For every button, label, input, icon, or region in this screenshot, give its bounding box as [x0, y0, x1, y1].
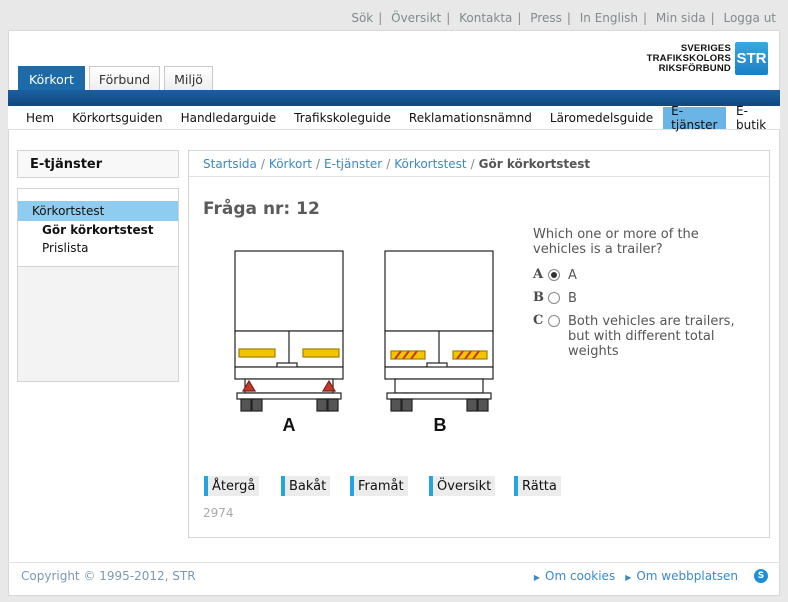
option-letter: A [533, 267, 544, 282]
vehicle-a-icon [234, 250, 344, 412]
copyright: Copyright © 1995-2012, STR [21, 569, 196, 583]
option-text: Both vehicles are trailers, but with dif… [568, 314, 735, 359]
tab-miljo[interactable]: Miljö [164, 66, 213, 91]
breadcrumb: Startsida / Körkort / E-tjänster / Körkorts… [189, 151, 769, 177]
answer-option-b[interactable]: B B [533, 290, 746, 307]
menu-korkortsguiden[interactable]: Körkortsguiden [64, 107, 170, 129]
top-links: Sök | Översikt | Kontakta | Press | In Engli… [351, 11, 776, 25]
link-sok[interactable]: Sök [351, 11, 373, 25]
menu-reklamationsnamnd[interactable]: Reklamationsnämnd [401, 107, 540, 129]
question-id: 2974 [203, 506, 234, 520]
option-text: B [568, 291, 577, 306]
link-oversikt[interactable]: Översikt [391, 11, 441, 25]
link-logga-ut[interactable]: Logga ut [723, 11, 776, 25]
crumb-startsida[interactable]: Startsida [203, 157, 257, 171]
link-om-cookies[interactable]: Om cookies [545, 569, 615, 583]
overview-button[interactable]: Översikt [429, 476, 496, 496]
sidebar-nav: Körkortstest Gör körkortstest Prislista [17, 188, 179, 382]
menu-hem[interactable]: Hem [18, 107, 62, 129]
tab-forbund[interactable]: Förbund [88, 66, 161, 91]
correct-button[interactable]: Rätta [514, 476, 561, 496]
crumb-current: Gör körkortstest [478, 156, 591, 171]
option-text: A [568, 268, 577, 283]
link-in-english[interactable]: In English [580, 11, 638, 25]
link-press[interactable]: Press [530, 11, 562, 25]
logo-text: SVERIGES TRAFIKSKOLORS RIKSFÖRBUND [646, 42, 731, 74]
prev-button[interactable]: Bakåt [281, 476, 331, 496]
answer-option-c[interactable]: C Both vehicles are trailers, but with d… [533, 313, 746, 360]
arrow-right-icon: ▶ [533, 573, 541, 582]
answer-option-a[interactable]: A A [533, 267, 746, 284]
crumb-korkort[interactable]: Körkort [269, 157, 312, 171]
menu-e-tjanster[interactable]: E-tjänster [663, 104, 727, 132]
option-letter: B [533, 290, 544, 305]
sidebar-item-korkortstest[interactable]: Körkortstest [18, 201, 178, 221]
menu-handledarguide[interactable]: Handledarguide [173, 107, 285, 129]
tab-korkort[interactable]: Körkort [18, 66, 85, 91]
link-om-webbplatsen[interactable]: Om webbplatsen [636, 569, 738, 583]
image-label-b: B [434, 415, 447, 435]
skype-icon[interactable]: S [754, 569, 768, 583]
sidebar-title: E-tjänster [17, 150, 179, 178]
vehicle-b-icon [384, 250, 494, 412]
question-text: Which one or more of the vehicles is a t… [533, 227, 699, 257]
menu-trafikskoleguide[interactable]: Trafikskoleguide [286, 107, 399, 129]
radio-a[interactable] [548, 269, 560, 281]
next-button[interactable]: Framåt [350, 476, 408, 496]
menu-laromedelsguide[interactable]: Läromedelsguide [542, 107, 661, 129]
menu-e-butik[interactable]: E-butik [728, 104, 778, 132]
arrow-right-icon: ▶ [625, 573, 632, 582]
header-bar [8, 90, 780, 106]
trailers-illustration: A B [234, 250, 494, 435]
radio-b[interactable] [548, 292, 560, 304]
radio-c[interactable] [548, 315, 560, 327]
link-min-sida[interactable]: Min sida [656, 11, 706, 25]
sidebar-item-gor-korkortstest[interactable]: Gör körkortstest [18, 221, 178, 239]
logo-mark: STR [735, 42, 768, 75]
link-kontakta[interactable]: Kontakta [459, 11, 512, 25]
crumb-korkortstest[interactable]: Körkortstest [394, 157, 466, 171]
main-menu: Hem Körkortsguiden Handledarguide Trafik… [8, 104, 780, 132]
section-tabs: Körkort Förbund Miljö [18, 66, 213, 91]
footer-links: ▶ Om cookies ▶ Om webbplatsen S [534, 569, 768, 583]
crumb-e-tjanster[interactable]: E-tjänster [324, 157, 382, 171]
option-letter: C [533, 313, 544, 328]
back-button[interactable]: Återgå [204, 476, 260, 496]
question-title: Fråga nr: 12 [203, 199, 320, 219]
sidebar-item-prislista[interactable]: Prislista [18, 239, 178, 257]
str-logo[interactable]: SVERIGES TRAFIKSKOLORS RIKSFÖRBUND STR [647, 42, 768, 75]
image-label-a: A [283, 415, 296, 435]
footer-divider [8, 562, 780, 563]
